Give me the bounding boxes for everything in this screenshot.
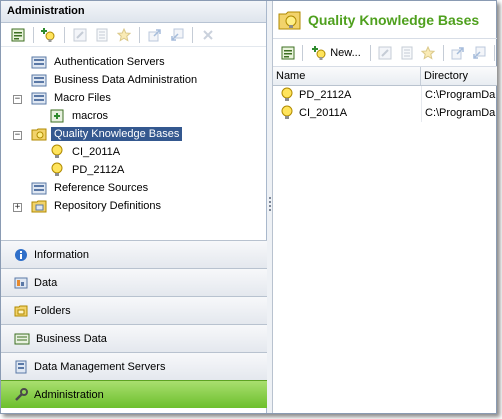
favorite-icon[interactable] [419, 44, 436, 62]
grid-icon[interactable] [398, 44, 415, 62]
tree-item-business-data-administration[interactable]: Business Data Administration [31, 71, 200, 88]
toolbar-separator [302, 44, 304, 61]
servers-icon [15, 360, 27, 373]
right-panel: Quality Knowledge Bases New... Name Dire… [273, 1, 497, 413]
tree-item-repository-definitions[interactable]: Repository Definitions [31, 197, 164, 214]
table-row[interactable]: PD_2112A C:\ProgramDa [273, 86, 497, 104]
nav-information[interactable]: Information [1, 240, 267, 268]
toolbar-separator [139, 26, 140, 43]
data-icon [14, 277, 28, 288]
toolbar-separator [494, 44, 495, 61]
wrench-icon [15, 387, 28, 401]
column-header-name[interactable]: Name [273, 67, 421, 85]
toolbar-separator [442, 44, 444, 61]
export-icon[interactable] [450, 44, 467, 62]
row-directory: C:\ProgramDa [421, 86, 497, 104]
left-panel: Administration Authentication Servers Bu… [1, 1, 267, 413]
import-icon[interactable] [168, 26, 186, 44]
collapse-toggle[interactable]: − [13, 131, 22, 140]
repository-icon [31, 200, 47, 212]
qkb-folder-icon [31, 128, 47, 140]
left-toolbar [1, 23, 266, 47]
business-data-icon [14, 333, 30, 344]
column-header-directory[interactable]: Directory [421, 67, 497, 85]
right-toolbar: New... [273, 39, 497, 67]
page-title: Quality Knowledge Bases [308, 11, 480, 28]
toolbar-separator [64, 26, 65, 43]
server-folder-icon [31, 74, 47, 86]
lightbulb-icon [51, 162, 63, 176]
expand-toggle[interactable]: + [13, 203, 22, 212]
navigation-pane: Information Data Folders Business Data D… [1, 240, 267, 408]
server-folder-icon [31, 92, 47, 104]
server-folder-icon [31, 182, 47, 194]
lightbulb-icon [281, 105, 293, 119]
nav-business-data[interactable]: Business Data [1, 324, 267, 352]
window-frame: Administration Authentication Servers Bu… [0, 0, 497, 414]
row-name: PD_2112A [299, 89, 352, 101]
left-panel-title: Administration [1, 1, 266, 23]
edit-icon[interactable] [71, 26, 89, 44]
grid-icon[interactable] [93, 26, 111, 44]
info-icon [15, 248, 27, 261]
server-folder-icon [31, 56, 47, 68]
favorite-icon[interactable] [115, 26, 133, 44]
tree-item-authentication-servers[interactable]: Authentication Servers [31, 53, 168, 70]
toolbar-separator [192, 26, 193, 43]
splitter-grip[interactable] [269, 197, 271, 211]
tree-item-reference-sources[interactable]: Reference Sources [31, 179, 151, 196]
collapse-toggle[interactable]: − [13, 95, 22, 104]
lightbulb-icon [51, 144, 63, 158]
tree-item-pd-2112a[interactable]: PD_2112A [49, 161, 127, 178]
export-icon[interactable] [146, 26, 164, 44]
nav-folders[interactable]: Folders [1, 296, 267, 324]
nav-data-management-servers[interactable]: Data Management Servers [1, 352, 267, 380]
nav-data[interactable]: Data [1, 268, 267, 296]
import-icon[interactable] [471, 44, 488, 62]
admin-tree: Authentication Servers Business Data Adm… [1, 49, 266, 239]
tree-item-quality-knowledge-bases[interactable]: Quality Knowledge Bases [31, 125, 183, 142]
row-name: CI_2011A [299, 107, 348, 119]
tree-item-ci-2011a[interactable]: CI_2011A [49, 143, 123, 160]
table-row[interactable]: CI_2011A C:\ProgramDa [273, 104, 497, 122]
macro-icon [50, 109, 64, 122]
toolbar-separator [369, 44, 371, 61]
properties-icon[interactable] [279, 44, 296, 62]
tree-item-macros[interactable]: macros [49, 107, 111, 124]
row-directory: C:\ProgramDa [421, 104, 497, 122]
properties-icon[interactable] [9, 26, 27, 44]
folders-icon [14, 305, 28, 316]
new-button[interactable]: New... [309, 44, 364, 62]
add-icon [312, 45, 326, 60]
add-icon[interactable] [40, 26, 58, 44]
delete-icon[interactable] [199, 26, 217, 44]
lightbulb-icon [281, 87, 293, 101]
edit-icon[interactable] [377, 44, 394, 62]
grid-header: Name Directory [273, 67, 497, 86]
tree-item-macro-files[interactable]: Macro Files [31, 89, 114, 106]
nav-administration[interactable]: Administration [1, 380, 267, 408]
qkb-folder-icon [278, 11, 301, 29]
right-panel-header: Quality Knowledge Bases [273, 1, 497, 39]
toolbar-separator [33, 26, 34, 43]
